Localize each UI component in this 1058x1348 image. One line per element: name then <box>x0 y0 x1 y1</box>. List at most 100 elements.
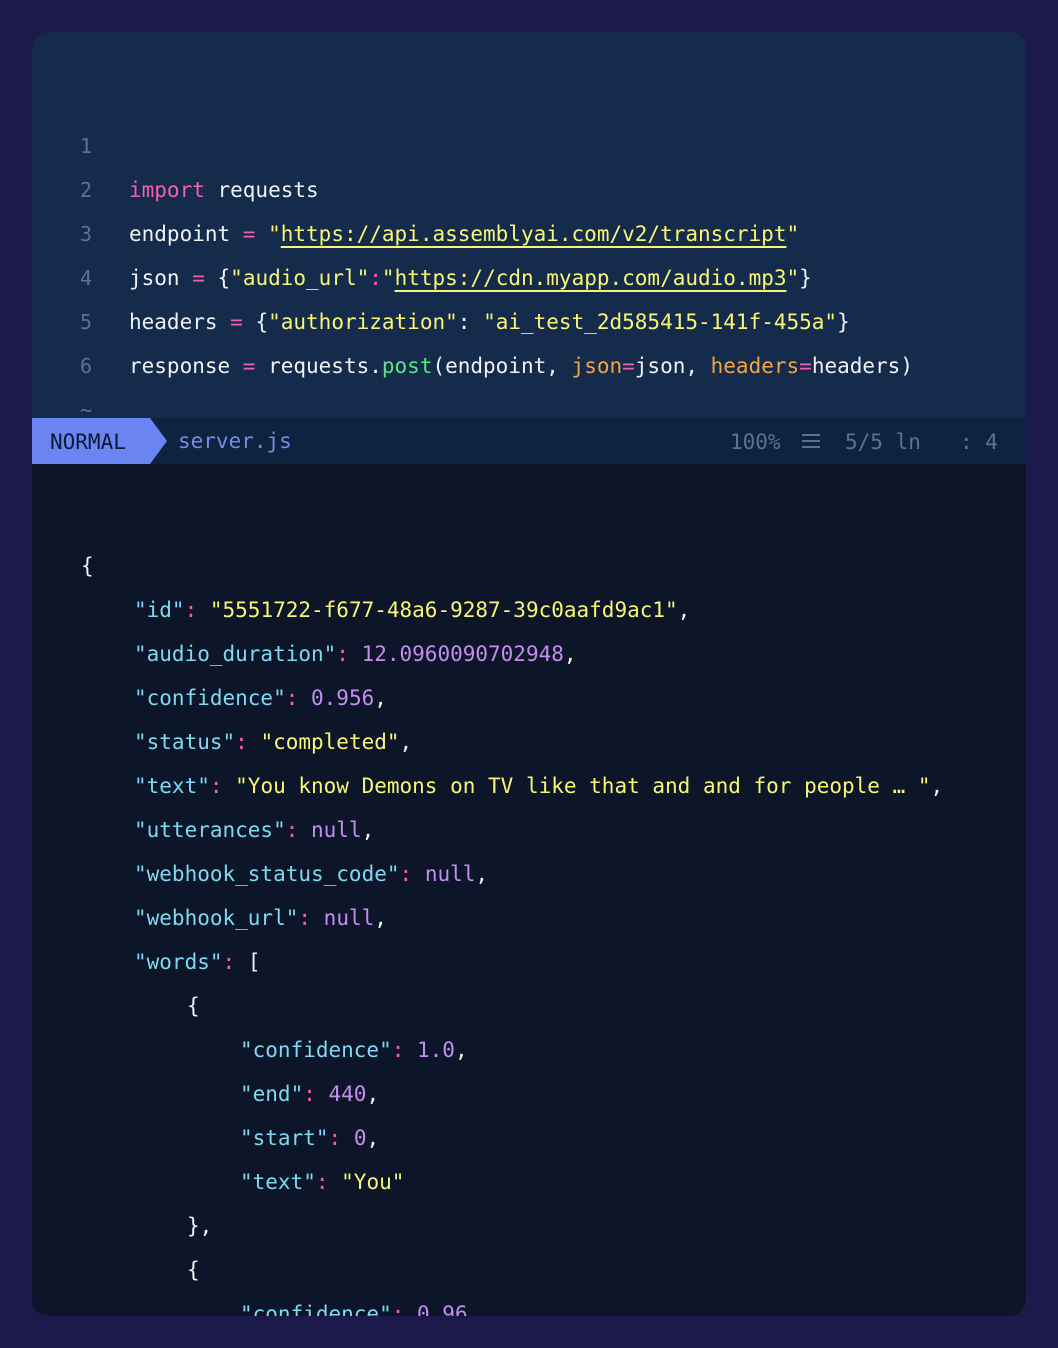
json-colon: : <box>391 1038 418 1062</box>
json-line: "webhook_status_code": null, <box>134 852 488 896</box>
variable-name: headers <box>129 310 231 334</box>
json-value: "completed" <box>260 730 400 754</box>
json-comma: , <box>361 818 375 842</box>
json-line: { <box>81 544 94 588</box>
argument: json, <box>634 354 711 378</box>
json-colon: : <box>391 1302 418 1316</box>
json-value: null <box>424 862 476 886</box>
json-colon: : <box>184 598 210 622</box>
json-comma: , <box>563 642 577 666</box>
json-line: }, <box>187 1204 212 1248</box>
json-value: 440 <box>328 1082 367 1106</box>
json-value: null <box>323 906 375 930</box>
code-editor[interactable]: 1 import requests 2 endpoint = "https://… <box>32 32 1026 422</box>
variable-name: response <box>129 354 243 378</box>
json-key: "webhook_url" <box>134 906 299 930</box>
json-comma: , <box>399 730 413 754</box>
json-key: "webhook_status_code" <box>134 862 400 886</box>
import-keyword: import <box>129 178 205 202</box>
json-line: { <box>187 1248 200 1292</box>
line-position: 5/5 ln <box>845 430 921 454</box>
json-key: "words" <box>134 950 223 974</box>
assign-operator: = <box>230 310 243 334</box>
code-line-2: 2 endpoint = "https://api.assemblyai.com… <box>32 124 799 246</box>
json-comma: , <box>366 1126 380 1150</box>
api-key-value: "ai_test_2d585415-141f-455a" <box>483 310 838 334</box>
brace: { <box>242 310 269 334</box>
json-value: 0.956 <box>311 686 375 710</box>
json-line: "words": [ <box>134 940 260 984</box>
json-line: "start": 0, <box>240 1116 379 1160</box>
assign-operator: = <box>799 354 812 378</box>
json-bracket: { <box>81 554 94 578</box>
json-key: "utterances" <box>134 818 286 842</box>
assign-operator: = <box>242 354 256 378</box>
json-value: "5551722-f677-48a6-9287-39c0aafd9ac1" <box>209 598 678 622</box>
json-colon: : <box>336 642 362 666</box>
argument: headers) <box>811 354 913 378</box>
assign-operator: = <box>242 222 256 246</box>
argument: (endpoint, <box>432 354 572 378</box>
code-line-4: 4 headers = {"authorization": "ai_test_2… <box>32 212 850 334</box>
json-key: "audio_duration" <box>134 642 337 666</box>
code-line-1: 1 import requests <box>32 80 319 202</box>
json-line: "text": "You" <box>240 1160 404 1204</box>
menu-icon[interactable] <box>802 434 820 448</box>
json-colon: : <box>303 1082 329 1106</box>
json-colon: : <box>285 818 312 842</box>
keyword-param: json <box>571 354 623 378</box>
variable-name: endpoint <box>129 222 243 246</box>
json-colon: : <box>298 906 324 930</box>
zoom-level: 100% <box>730 430 781 454</box>
keyword-param: headers <box>710 354 800 378</box>
json-key: "text" <box>134 774 210 798</box>
json-comma: , <box>467 1302 481 1316</box>
json-colon: : <box>235 730 261 754</box>
mode-arrow-icon <box>150 418 167 464</box>
brace: } <box>837 310 850 334</box>
colon: : <box>457 310 484 334</box>
json-line: "audio_duration": 12.0960090702948, <box>134 632 577 676</box>
file-name[interactable]: server.js <box>178 418 292 464</box>
endpoint-url-link[interactable]: https://api.assemblyai.com/v2/transcript <box>281 222 787 246</box>
status-bar: NORMAL server.js 100% 5/5 ln : 4 <box>32 418 1026 464</box>
json-value: [ <box>247 950 261 974</box>
brace: { <box>204 266 231 290</box>
json-line: "status": "completed", <box>134 720 412 764</box>
json-value: 12.0960090702948 <box>361 642 564 666</box>
json-line: "confidence": 0.956, <box>134 676 387 720</box>
assign-operator: = <box>192 266 205 290</box>
json-colon: : <box>209 774 236 798</box>
json-value: "You" <box>341 1170 405 1194</box>
code-window: 1 import requests 2 endpoint = "https://… <box>32 32 1026 1316</box>
json-key: "id" <box>134 598 185 622</box>
json-colon: : <box>399 862 425 886</box>
json-comma: , <box>475 862 489 886</box>
string-quote: " <box>255 222 281 246</box>
json-response-output[interactable]: { "id": "5551722-f677-48a6-9287-39c0aafd9… <box>32 464 1026 1316</box>
audio-url-link[interactable]: https://cdn.myapp.com/audio.mp3 <box>395 266 787 290</box>
json-comma: , <box>454 1038 468 1062</box>
json-colon: : <box>222 950 248 974</box>
json-colon: : <box>285 686 312 710</box>
json-value: null <box>311 818 362 842</box>
string-quote: " <box>786 266 800 290</box>
assign-operator: = <box>622 354 635 378</box>
json-comma: , <box>677 598 691 622</box>
json-comma: , <box>930 774 944 798</box>
json-key: "confidence" <box>240 1302 392 1316</box>
json-line: { <box>187 984 200 1028</box>
json-key: "start" <box>240 1126 329 1150</box>
code-line-empty: ~ <box>32 344 108 422</box>
json-line: "id": "5551722-f677-48a6-9287-39c0aafd9a… <box>134 588 690 632</box>
dict-key: "authorization" <box>268 310 458 334</box>
dict-key: "audio_url" <box>230 266 370 290</box>
json-value: 0.96 <box>417 1302 468 1316</box>
json-key: "status" <box>134 730 236 754</box>
string-quote: " <box>381 266 395 290</box>
variable-name: json <box>129 266 193 290</box>
json-colon: : <box>315 1170 342 1194</box>
json-line: "end": 440, <box>240 1072 379 1116</box>
json-key: "text" <box>240 1170 316 1194</box>
column-position: : 4 <box>960 430 998 454</box>
